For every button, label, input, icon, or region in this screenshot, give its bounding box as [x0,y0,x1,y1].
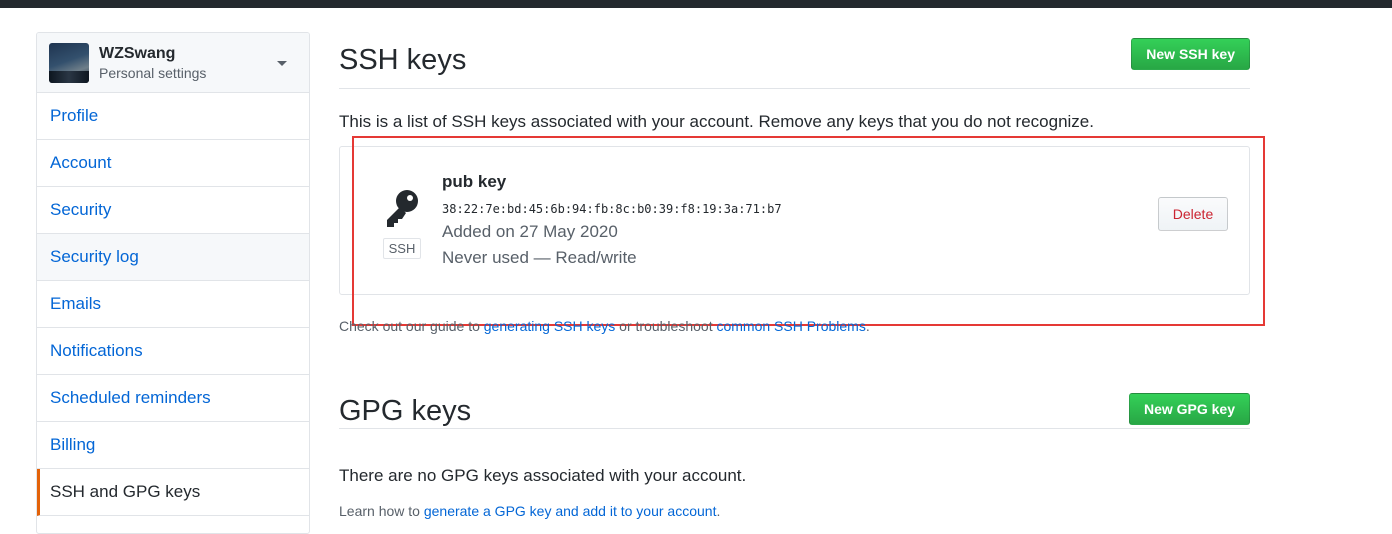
ssh-key-added-date: Added on 27 May 2020 [442,222,618,241]
key-icon [387,190,418,227]
learn-prefix: Learn how to [339,503,424,519]
personal-settings-label: Personal settings [99,64,207,81]
account-switcher[interactable]: WZSwang Personal settings [37,33,309,93]
ssh-key-details: pub key 38:22:7e:bd:45:6b:94:fb:8c:b0:39… [442,172,782,268]
sidebar-item-billing[interactable]: Billing [37,422,309,469]
sidebar-item-ssh-gpg-keys[interactable]: SSH and GPG keys [37,469,309,516]
guide-suffix: . [865,318,870,334]
account-switcher-text: WZSwang Personal settings [99,44,206,82]
sidebar-item-account[interactable]: Account [37,140,309,187]
main-content: SSH keys New SSH key This is a list of S… [339,32,1265,519]
top-header-bar [0,0,1392,8]
sidebar-item-emails[interactable]: Emails [37,281,309,328]
generate-gpg-key-link[interactable]: generate a GPG key and add it to your ac… [424,503,717,519]
ssh-keys-description: This is a list of SSH keys associated wi… [339,112,1094,131]
sidebar-item-security-log[interactable]: Security log [37,234,309,281]
gpg-learn-text: Learn how to generate a GPG key and add … [339,503,720,519]
delete-key-button[interactable]: Delete [1158,197,1228,231]
chevron-down-icon[interactable] [277,61,287,66]
sidebar-item-security[interactable]: Security [37,187,309,234]
ssh-key-item: SSH pub key 38:22:7e:bd:45:6b:94:fb:8c:b… [339,146,1250,295]
gpg-keys-header-row: GPG keys New GPG key [339,382,1250,429]
ssh-key-fingerprint: 38:22:7e:bd:45:6b:94:fb:8c:b0:39:f8:19:3… [442,202,782,216]
user-name: WZSwang [99,44,176,62]
sidebar-item-scheduled-reminders[interactable]: Scheduled reminders [37,375,309,422]
key-icon-block: SSH [380,189,424,259]
ssh-badge: SSH [382,238,422,259]
guide-prefix: Check out our guide to [339,318,484,334]
ssh-guide-text: Check out our guide to generating SSH ke… [339,318,870,334]
new-gpg-key-button[interactable]: New GPG key [1128,393,1250,425]
ssh-key-usage: Never used — Read/write [442,248,637,267]
ssh-keys-title: SSH keys [339,43,467,76]
settings-sidebar: WZSwang Personal settings Profile Accoun… [36,32,310,534]
ssh-key-name: pub key [442,172,507,191]
common-ssh-problems-link[interactable]: common SSH Problems [716,318,865,334]
sidebar-item-notifications[interactable]: Notifications [37,328,309,375]
gpg-keys-header: GPG keys New GPG key [339,382,1250,429]
learn-suffix: . [716,503,721,519]
guide-middle: or troubleshoot [615,318,717,334]
avatar [49,42,89,83]
new-ssh-key-button[interactable]: New SSH key [1131,38,1250,70]
gpg-keys-title: GPG keys [339,394,472,427]
sidebar-item-profile[interactable]: Profile [37,93,309,140]
ssh-keys-header: SSH keys New SSH key [339,32,1250,89]
generating-ssh-keys-link[interactable]: generating SSH keys [484,318,616,334]
gpg-keys-empty-text: There are no GPG keys associated with yo… [339,466,747,485]
